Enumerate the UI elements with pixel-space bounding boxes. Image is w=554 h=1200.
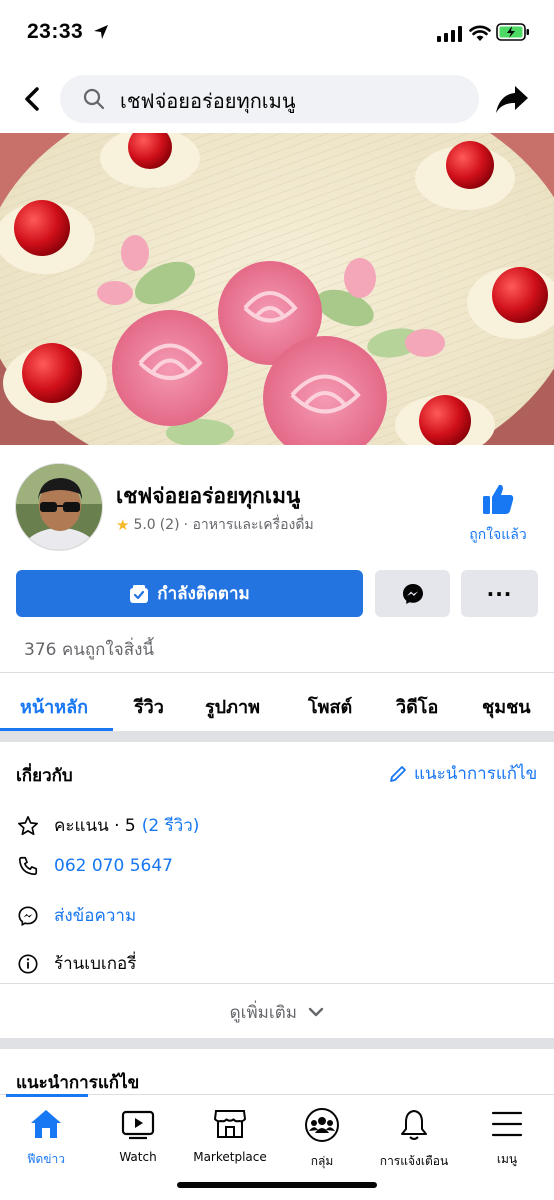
tab-posts[interactable]: โพสต์ <box>308 692 352 721</box>
thumbs-up-icon <box>483 484 514 514</box>
tab-community[interactable]: ชุมชน <box>482 692 531 721</box>
phone-icon <box>16 854 40 878</box>
likes-count: 376 คนถูกใจสิ่งนี้ <box>24 640 154 660</box>
status-bar: 23:33 <box>0 0 554 62</box>
about-message-row[interactable]: ส่งข้อความ <box>16 902 136 929</box>
about-category-text: ร้านเบเกอรี่ <box>54 954 137 974</box>
page-rating-row: ★ 5.0 (2) · อาหารและเครื่องดื่ม <box>116 514 314 536</box>
star-filled-icon: ★ <box>116 516 130 534</box>
suggest-edit-label: แนะนำการแก้ไข <box>414 764 538 784</box>
about-category-row: ร้านเบเกอรี่ <box>16 950 136 977</box>
search-bar[interactable]: เชฟจ่อยอร่อยทุกเมนู <box>60 75 479 123</box>
section-separator <box>0 731 554 742</box>
nav-menu-label: เมนู <box>496 1152 518 1166</box>
location-arrow-icon <box>94 25 108 39</box>
page-review-count: (2) <box>159 517 180 533</box>
chevron-down-icon <box>309 1007 324 1017</box>
bell-icon <box>401 1110 427 1140</box>
share-button[interactable] <box>495 82 529 120</box>
page-rating: 5.0 <box>133 517 156 533</box>
cover-photo[interactable] <box>0 133 554 445</box>
see-more-button[interactable]: ดูเพิ่มเติม <box>0 999 554 1026</box>
search-query-text: เชฟจ่อยอร่อยทุกเมนู <box>120 89 296 113</box>
groups-icon <box>305 1108 339 1142</box>
nav-notifications-label: การแจ้งเตือน <box>379 1154 449 1168</box>
about-title: เกี่ยวกับ <box>16 766 73 786</box>
nav-menu[interactable]: เมนู <box>462 1108 552 1169</box>
watch-icon <box>121 1110 155 1140</box>
star-outline-icon <box>16 814 40 838</box>
suggest-edits-section-title: แนะนำการแก้ไข <box>16 1073 140 1093</box>
tab-photos[interactable]: รูปภาพ <box>205 692 260 721</box>
home-icon <box>31 1110 61 1138</box>
about-reviews-link[interactable]: (2 รีวิว) <box>142 812 200 839</box>
messenger-outline-icon <box>16 904 40 928</box>
nav-watch-label: Watch <box>119 1150 157 1164</box>
about-send-message[interactable]: ส่งข้อความ <box>54 902 136 929</box>
profile-avatar[interactable] <box>15 463 103 551</box>
messenger-icon <box>402 583 423 604</box>
page-name: เชฟจ่อยอร่อยทุกเมนู <box>116 484 301 508</box>
info-icon <box>16 952 40 976</box>
home-indicator[interactable] <box>177 1182 377 1188</box>
nav-groups[interactable]: กลุ่ม <box>277 1108 367 1171</box>
about-rating-row: คะแนน · 5 (2 รีวิว) <box>16 812 199 839</box>
following-check-icon <box>130 584 149 603</box>
tab-reviews[interactable]: รีวิว <box>134 692 164 721</box>
nav-news-feed-label: ฟีดข่าว <box>27 1152 65 1166</box>
back-button[interactable] <box>18 84 48 114</box>
more-options-button[interactable]: ··· <box>461 570 538 617</box>
suggest-edit-link[interactable]: แนะนำการแก้ไข <box>388 760 537 787</box>
search-icon <box>83 88 105 110</box>
nav-watch[interactable]: Watch <box>93 1108 183 1164</box>
about-phone-row[interactable]: 062 070 5647 <box>16 854 173 878</box>
signal-icon <box>437 26 462 42</box>
battery-icon <box>496 23 529 41</box>
nav-groups-label: กลุ่ม <box>310 1154 334 1168</box>
divider <box>0 672 554 673</box>
page-category: · อาหารและเครื่องดื่ม <box>183 517 314 533</box>
section-separator <box>0 1038 554 1049</box>
marketplace-icon <box>213 1110 247 1138</box>
following-button[interactable]: กำลังติดตาม <box>16 570 363 617</box>
avatar-image <box>16 464 102 550</box>
more-dots-icon: ··· <box>486 581 513 606</box>
about-rating-text: คะแนน · 5 <box>54 816 136 836</box>
tab-videos[interactable]: วิดีโอ <box>396 692 438 721</box>
cake-cover-image <box>0 133 554 445</box>
divider <box>0 983 554 984</box>
pencil-icon <box>390 765 406 782</box>
see-more-label: ดูเพิ่มเติม <box>229 1003 297 1023</box>
tab-home[interactable]: หน้าหลัก <box>20 692 88 721</box>
liked-button[interactable]: ถูกใจแล้ว <box>462 482 534 546</box>
nav-marketplace-label: Marketplace <box>193 1150 267 1164</box>
liked-label: ถูกใจแล้ว <box>469 527 527 543</box>
active-nav-indicator <box>6 1094 88 1097</box>
status-time: 23:33 <box>27 20 84 43</box>
nav-news-feed[interactable]: ฟีดข่าว <box>1 1108 91 1169</box>
wifi-icon <box>469 25 491 41</box>
menu-icon <box>491 1111 523 1137</box>
about-phone-number[interactable]: 062 070 5647 <box>54 856 173 876</box>
nav-notifications[interactable]: การแจ้งเตือน <box>369 1108 459 1171</box>
following-label: กำลังติดตาม <box>157 584 250 604</box>
messenger-button[interactable] <box>375 570 450 617</box>
back-arrow-icon <box>25 87 39 111</box>
share-icon <box>496 86 528 113</box>
nav-marketplace[interactable]: Marketplace <box>185 1108 275 1164</box>
